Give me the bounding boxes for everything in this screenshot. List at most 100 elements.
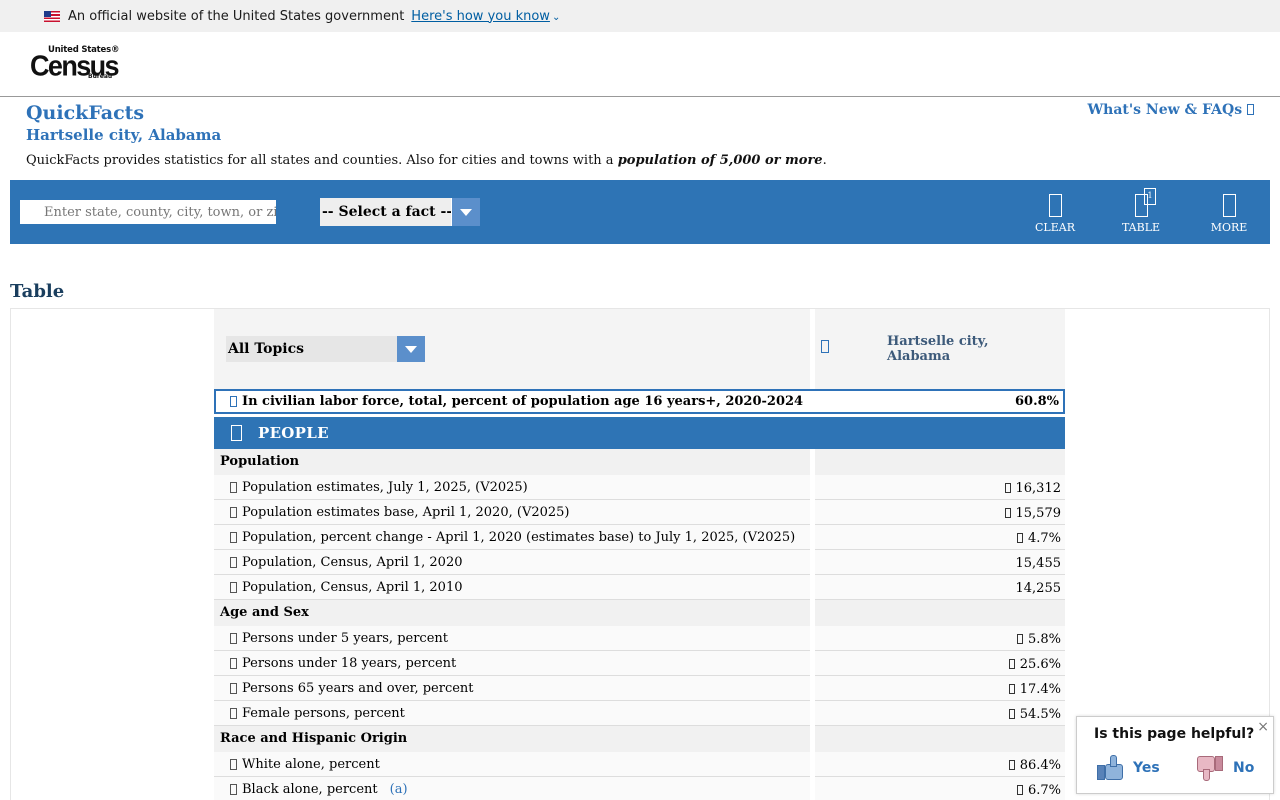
- value-flag-icon[interactable]: [1016, 785, 1023, 795]
- table-count-badge: 1: [1144, 188, 1156, 205]
- description-text: QuickFacts provides statistics for all s…: [26, 153, 618, 168]
- geography-search-input[interactable]: [20, 200, 276, 224]
- fact-label-cell: Population, Census, April 1, 2010: [214, 575, 810, 600]
- category-value-cell: [815, 449, 1065, 475]
- fact-value-cell: 25.6%: [815, 651, 1065, 676]
- whats-new-faqs-link[interactable]: What's New & FAQs: [1087, 102, 1254, 118]
- fact-label-text: Population, Census, April 1, 2010: [242, 580, 463, 595]
- geography-name-line2: Alabama: [887, 349, 951, 364]
- fact-label-cell: Population estimates base, April 1, 2020…: [214, 500, 810, 525]
- fact-rows: Population Population estimates, July 1, …: [214, 449, 1065, 800]
- value-flag-icon[interactable]: [1008, 684, 1015, 694]
- value-flag-icon[interactable]: [1004, 483, 1011, 493]
- heres-how-you-know-link[interactable]: Here's how you know ⌄: [411, 9, 560, 24]
- value-flag-icon[interactable]: [1008, 709, 1015, 719]
- geography-info-icon[interactable]: [821, 340, 829, 353]
- highlighted-fact-label: In civilian labor force, total, percent …: [242, 394, 804, 409]
- table-row[interactable]: Population, Census, April 1, 2020 15,455: [214, 550, 1065, 575]
- table-row[interactable]: White alone, percent 86.4%: [214, 752, 1065, 777]
- site-header: United States® Census Bureau: [0, 32, 1280, 97]
- chevron-down-icon: ⌄: [551, 11, 561, 23]
- fact-label-text: Black alone, percent: [242, 782, 378, 797]
- fact-info-icon[interactable]: [230, 784, 237, 795]
- fact-label: Population, Census, April 1, 2020: [242, 555, 462, 570]
- clear-icon: [1048, 194, 1062, 217]
- dropdown-arrow-icon: [397, 336, 425, 362]
- fact-info-icon[interactable]: [230, 759, 237, 770]
- table-row[interactable]: Population estimates base, April 1, 2020…: [214, 500, 1065, 525]
- fact-info-icon[interactable]: [230, 683, 237, 694]
- fact-label-cell: White alone, percent: [214, 752, 810, 777]
- fact-value-cell: 17.4%: [815, 676, 1065, 701]
- gov-banner-text: An official website of the United States…: [68, 8, 405, 24]
- fact-value-text: 86.4%: [1019, 758, 1061, 773]
- table-button[interactable]: 1 TABLE: [1111, 188, 1171, 234]
- more-icon: [1222, 194, 1236, 217]
- value-flag-icon[interactable]: [1008, 659, 1015, 669]
- all-topics-dropdown[interactable]: All Topics: [226, 336, 425, 362]
- fact-value-text: 6.7%: [1027, 783, 1061, 798]
- fact-label-text: Persons under 18 years, percent: [242, 656, 457, 671]
- fact-value: 4.7%: [1016, 531, 1061, 546]
- category-cell: Population: [214, 449, 810, 475]
- fact-info-icon[interactable]: [230, 507, 237, 518]
- feedback-no-button[interactable]: No: [1197, 755, 1254, 781]
- thumbs-up-icon: [1097, 755, 1123, 781]
- topics-header-cell: All Topics: [214, 309, 810, 389]
- value-flag-icon[interactable]: [1004, 508, 1011, 518]
- fact-label: Persons 65 years and over, percent: [242, 681, 474, 696]
- people-section-header[interactable]: PEOPLE: [214, 417, 1065, 449]
- fact-value: 14,255: [1016, 581, 1062, 596]
- dropdown-arrow-icon: [451, 198, 480, 226]
- fact-info-icon[interactable]: [230, 557, 237, 568]
- heres-how-you-know-label: Here's how you know: [411, 8, 550, 24]
- fact-label-cell: Population, Census, April 1, 2020: [214, 550, 810, 575]
- fact-label-cell: Persons under 18 years, percent: [214, 651, 810, 676]
- highlighted-fact-row[interactable]: In civilian labor force, total, percent …: [214, 389, 1065, 414]
- fact-info-icon[interactable]: [230, 532, 237, 543]
- fact-info-icon[interactable]: [230, 708, 237, 719]
- fact-info-icon[interactable]: [230, 482, 237, 493]
- value-flag-icon[interactable]: [1008, 760, 1015, 770]
- fact-label: Population estimates, July 1, 2025, (V20…: [242, 480, 528, 495]
- table-row[interactable]: Persons under 18 years, percent 25.6%: [214, 651, 1065, 676]
- feedback-widget: Is this page helpful? × Yes No: [1076, 716, 1274, 794]
- census-logo[interactable]: United States® Census Bureau: [30, 45, 120, 83]
- fact-value-cell: 4.7%: [815, 525, 1065, 550]
- feedback-no-label: No: [1233, 760, 1255, 776]
- feedback-yes-button[interactable]: Yes: [1097, 755, 1160, 781]
- fact-label-text: Population, percent change - April 1, 20…: [242, 530, 796, 545]
- value-flag-icon[interactable]: [1016, 533, 1023, 543]
- fact-info-icon[interactable]: [230, 658, 237, 669]
- footnote-link[interactable]: (a): [390, 782, 408, 797]
- gov-banner: An official website of the United States…: [0, 0, 1280, 32]
- fact-info-icon[interactable]: [230, 396, 237, 407]
- category-value-cell: [815, 600, 1065, 626]
- clear-button[interactable]: CLEAR: [1025, 194, 1085, 234]
- more-button[interactable]: MORE: [1199, 194, 1259, 234]
- geography-name-line1: Hartselle city,: [887, 334, 989, 349]
- table-row[interactable]: Persons under 5 years, percent 5.8%: [214, 626, 1065, 651]
- fact-value-text: 25.6%: [1019, 657, 1061, 672]
- fact-value: 6.7%: [1016, 783, 1061, 798]
- clear-label: CLEAR: [1035, 221, 1075, 234]
- fact-info-icon[interactable]: [230, 582, 237, 593]
- highlighted-fact-value: 60.8%: [1014, 394, 1059, 409]
- fact-info-icon[interactable]: [230, 633, 237, 644]
- close-icon[interactable]: ×: [1257, 719, 1269, 735]
- fact-value: 54.5%: [1008, 707, 1061, 722]
- select-fact-dropdown[interactable]: -- Select a fact --: [320, 198, 480, 226]
- table-row[interactable]: Black alone, percent (a) 6.7%: [214, 777, 1065, 800]
- table-row[interactable]: Population estimates, July 1, 2025, (V20…: [214, 475, 1065, 500]
- table-row[interactable]: Population, percent change - April 1, 20…: [214, 525, 1065, 550]
- whats-new-label: What's New & FAQs: [1087, 102, 1243, 118]
- table-row[interactable]: Population, Census, April 1, 2010 14,255: [214, 575, 1065, 600]
- description-emphasis: population of 5,000 or more: [617, 153, 823, 168]
- table-row[interactable]: Persons 65 years and over, percent 17.4%: [214, 676, 1065, 701]
- fact-label: Persons under 5 years, percent: [242, 631, 448, 646]
- fact-value-cell: 86.4%: [815, 752, 1065, 777]
- table-row[interactable]: Female persons, percent 54.5%: [214, 701, 1065, 726]
- category-row: Race and Hispanic Origin: [214, 726, 1065, 752]
- select-fact-label: -- Select a fact --: [322, 204, 453, 220]
- value-flag-icon[interactable]: [1016, 634, 1023, 644]
